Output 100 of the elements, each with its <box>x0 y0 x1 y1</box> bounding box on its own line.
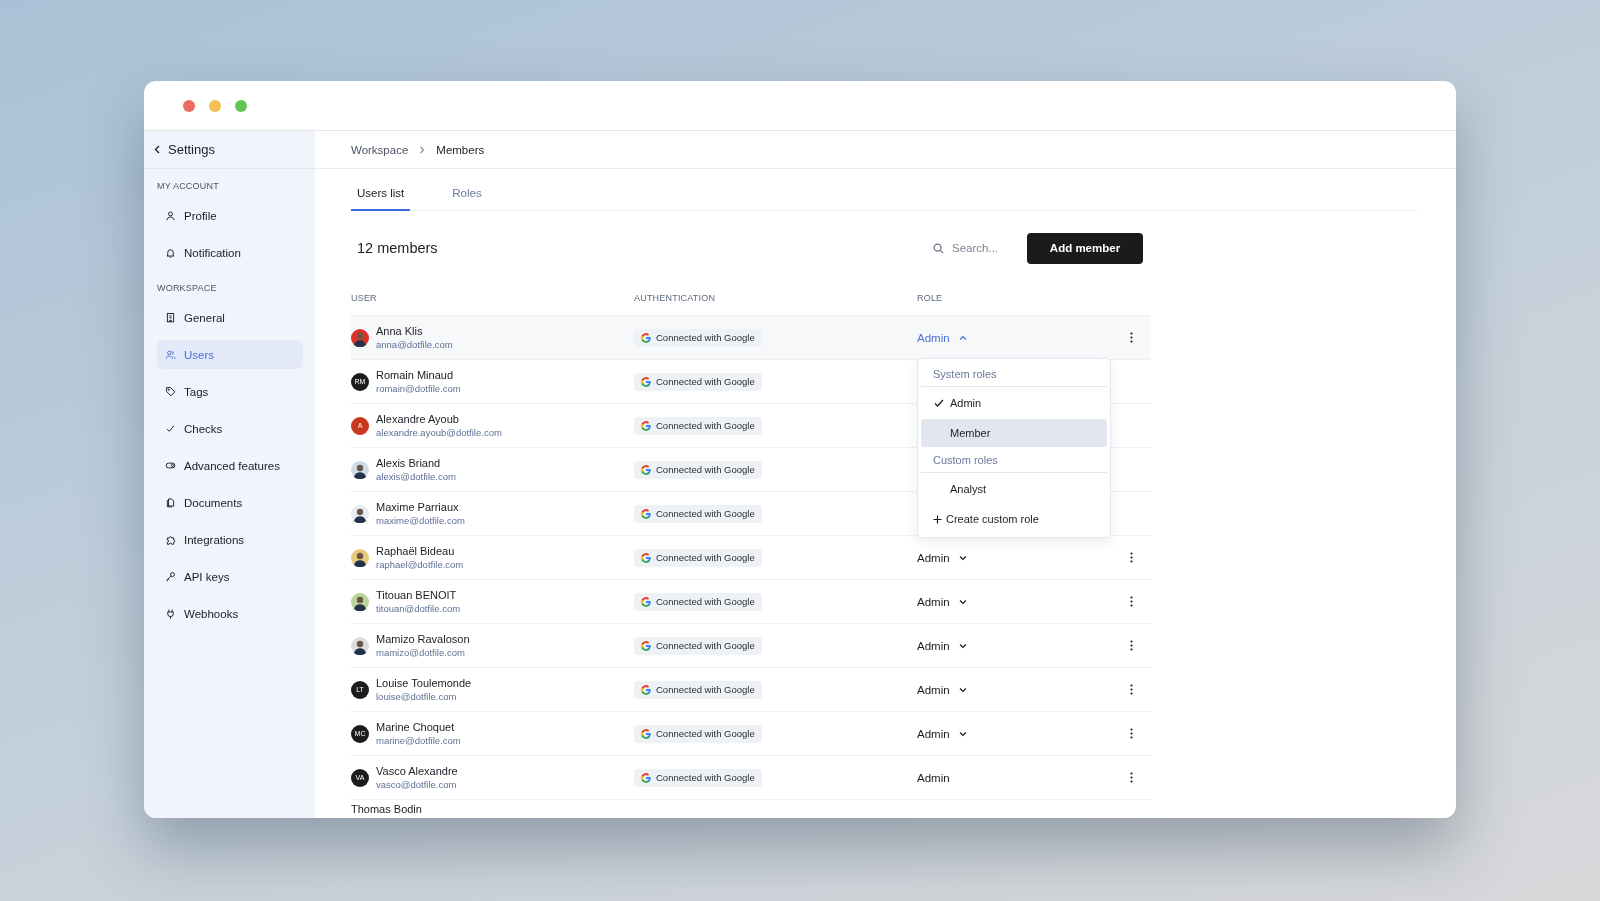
user-name: Titouan BENOIT <box>376 589 458 601</box>
menu-section-title: System roles <box>921 361 1107 387</box>
add-member-button[interactable]: Add member <box>1027 232 1143 264</box>
role-dropdown[interactable]: Admin <box>917 595 967 608</box>
google-icon <box>640 595 652 608</box>
chevron-right-icon <box>418 145 427 154</box>
user-email: anna@dotfile.com <box>376 339 453 350</box>
user-name: Maxime Parriaux <box>376 501 460 513</box>
vertical-dots-icon <box>1129 332 1133 343</box>
google-icon <box>640 727 652 740</box>
toggle-icon <box>165 460 176 471</box>
sidebar-item[interactable]: Profile <box>157 201 303 230</box>
auth-label: Connected with Google <box>656 332 755 343</box>
sidebar-item[interactable]: Documents <box>157 488 303 517</box>
google-icon <box>640 375 652 388</box>
role-dropdown[interactable]: Admin <box>917 639 967 652</box>
puzzle-icon <box>165 534 176 545</box>
breadcrumb-item: Members <box>436 143 485 156</box>
column-header: AUTHENTICATION <box>634 293 717 303</box>
user-email: louise@dotfile.com <box>376 691 458 702</box>
google-icon <box>640 771 652 784</box>
user-name: Anna Klis <box>376 325 424 337</box>
user-name: Alexis Briand <box>376 457 442 469</box>
settings-back-link[interactable]: Settings <box>168 142 215 157</box>
auth-label: Connected with Google <box>656 596 755 607</box>
auth-label: Connected with Google <box>656 772 755 783</box>
check-icon <box>165 423 176 434</box>
user-email: raphael@dotfile.com <box>376 559 464 570</box>
auth-label: Connected with Google <box>656 552 755 563</box>
plug-icon <box>165 608 176 619</box>
vertical-dots-icon <box>1129 684 1133 695</box>
vertical-dots-icon <box>1129 596 1133 607</box>
sidebar-item[interactable]: Integrations <box>157 525 303 554</box>
window-control-button[interactable] <box>235 99 247 112</box>
menu-option[interactable]: Member <box>921 419 1107 447</box>
building-icon <box>165 312 176 323</box>
docs-icon <box>165 497 176 508</box>
menu-option[interactable]: Analyst <box>921 475 1107 503</box>
caret-down-icon <box>958 686 967 693</box>
google-icon <box>640 419 652 432</box>
tab[interactable]: Roles <box>446 186 488 211</box>
auth-label: Connected with Google <box>656 684 755 695</box>
sidebar-item[interactable]: Users <box>157 340 303 369</box>
sidebar-item[interactable]: API keys <box>157 562 303 591</box>
search-field[interactable]: Search... <box>933 242 1009 254</box>
role-dropdown[interactable]: Admin <box>917 683 967 696</box>
caret-down-icon <box>958 642 967 649</box>
user-email: alexis@dotfile.com <box>376 471 456 482</box>
caret-down-icon <box>958 730 967 737</box>
plus-icon <box>933 514 942 524</box>
role-dropdown[interactable]: Admin <box>917 331 967 344</box>
vertical-dots-icon <box>1129 640 1133 651</box>
column-header: USER <box>351 293 378 303</box>
auth-label: Connected with Google <box>656 420 755 431</box>
user-name: Louise Toulemonde <box>376 677 472 689</box>
user-name: Marine Choquet <box>376 721 456 733</box>
tab[interactable]: Users list <box>351 186 411 211</box>
sidebar-item[interactable]: General <box>157 303 303 332</box>
vertical-dots-icon <box>1129 772 1133 783</box>
check-icon <box>934 398 944 408</box>
sidebar-item[interactable]: Tags <box>157 377 303 406</box>
user-name: Vasco Alexandre <box>376 765 458 777</box>
user-email: vasco@dotfile.com <box>376 779 458 790</box>
bell-icon <box>165 247 176 258</box>
google-icon <box>640 683 652 696</box>
menu-option[interactable]: Admin <box>921 389 1107 417</box>
auth-label: Connected with Google <box>656 464 755 475</box>
user-name: Romain Minaud <box>376 369 455 381</box>
role-dropdown[interactable]: Admin <box>917 771 950 784</box>
sidebar-item[interactable]: Advanced features <box>157 451 303 480</box>
google-icon <box>640 463 652 476</box>
user-name: Alexandre Ayoub <box>376 413 460 425</box>
user-name: Mamizo Ravaloson <box>376 633 470 645</box>
user-email: alexandre.ayoub@dotfile.com <box>376 427 502 438</box>
google-icon <box>640 331 652 344</box>
key-icon <box>165 571 176 582</box>
role-dropdown[interactable]: Admin <box>917 727 967 740</box>
menu-section-title: Custom roles <box>921 447 1107 473</box>
tag-icon <box>165 386 176 397</box>
window-control-button[interactable] <box>183 99 195 112</box>
google-icon <box>640 551 652 564</box>
user-name: Thomas Bodin <box>351 803 422 815</box>
user-icon <box>165 210 176 221</box>
caret-down-icon <box>958 598 967 605</box>
breadcrumb-item[interactable]: Workspace <box>351 143 409 156</box>
user-email: romain@dotfile.com <box>376 383 461 394</box>
vertical-dots-icon <box>1129 728 1133 739</box>
back-icon[interactable] <box>154 145 160 154</box>
caret-up-icon <box>958 334 967 341</box>
auth-label: Connected with Google <box>656 376 755 387</box>
user-email: maxime@dotfile.com <box>376 515 465 526</box>
sidebar-item[interactable]: Checks <box>157 414 303 443</box>
caret-down-icon <box>958 554 967 561</box>
create-role-option[interactable]: Create custom role <box>921 505 1107 533</box>
sidebar-item[interactable]: Webhooks <box>157 599 303 628</box>
sidebar-item[interactable]: Notification <box>157 238 303 267</box>
user-email: titouan@dotfile.com <box>376 603 461 614</box>
sidebar-section-title: WORKSPACE <box>156 282 218 295</box>
member-count: 12 members <box>357 240 439 256</box>
role-dropdown[interactable]: Admin <box>917 551 967 564</box>
